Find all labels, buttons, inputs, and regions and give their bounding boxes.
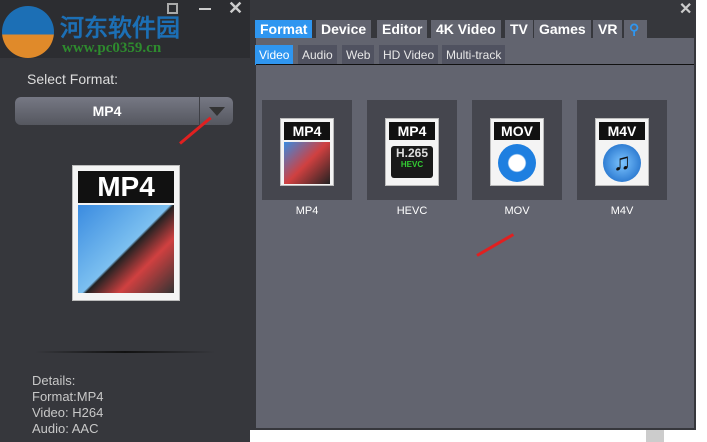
close-panel-icon[interactable]: ✕: [679, 0, 692, 19]
mp4-file-icon: MP4: [280, 118, 334, 186]
subtab-underline: [256, 64, 694, 65]
tab-4k-video[interactable]: 4K Video: [431, 20, 501, 38]
format-tile-hevc[interactable]: MP4 H.265 HEVC: [367, 100, 457, 200]
popout-icon[interactable]: [167, 3, 178, 14]
format-tile-mp4[interactable]: MP4: [262, 100, 352, 200]
subtab-audio[interactable]: Audio: [298, 45, 337, 65]
format-tile-mov[interactable]: MOV: [472, 100, 562, 200]
format-dropdown[interactable]: MP4: [15, 97, 233, 125]
content-area: [256, 38, 694, 428]
format-label-mp4: MP4: [295, 205, 319, 217]
watermark-title: 河东软件园: [60, 13, 180, 42]
tab-editor[interactable]: Editor: [377, 20, 428, 38]
logo-icon: [2, 6, 54, 58]
scrollbar[interactable]: [646, 430, 664, 442]
details-heading: Details:: [32, 373, 76, 388]
subtab-web[interactable]: Web: [342, 45, 375, 65]
search-icon[interactable]: ⚲: [624, 20, 647, 38]
select-format-label: Select Format:: [27, 71, 119, 87]
itunes-file-icon: M4V ♫: [595, 118, 649, 186]
hevc-file-icon: MP4 H.265 HEVC: [385, 118, 439, 186]
divider: [35, 351, 215, 353]
subtab-hd-video[interactable]: HD Video: [379, 45, 439, 65]
subtab-video[interactable]: Video: [255, 45, 294, 65]
minimize-icon[interactable]: [199, 8, 211, 10]
format-dropdown-value: MP4: [92, 103, 122, 119]
preview-file-label: MP4: [78, 171, 174, 203]
details-format: Format:MP4: [32, 389, 104, 404]
tab-format[interactable]: Format: [255, 20, 313, 38]
tab-games[interactable]: Games: [534, 20, 591, 38]
details-audio: Audio: AAC: [32, 421, 99, 436]
format-label-m4v: M4V: [610, 205, 634, 217]
format-tile-m4v[interactable]: M4V ♫: [577, 100, 667, 200]
subtab-multi-track[interactable]: Multi-track: [442, 45, 506, 65]
preview-file-icon: MP4: [72, 165, 180, 301]
tab-tv[interactable]: TV: [505, 20, 533, 38]
format-label-hevc: HEVC: [396, 205, 428, 217]
tab-vr[interactable]: VR: [593, 20, 623, 38]
close-icon[interactable]: ✕: [228, 0, 243, 19]
watermark-url: www.pc0359.cn: [62, 40, 162, 56]
details-video: Video: H264: [32, 405, 104, 420]
format-label-mov: MOV: [504, 205, 530, 217]
quicktime-file-icon: MOV: [490, 118, 544, 186]
tab-device[interactable]: Device: [316, 20, 372, 38]
